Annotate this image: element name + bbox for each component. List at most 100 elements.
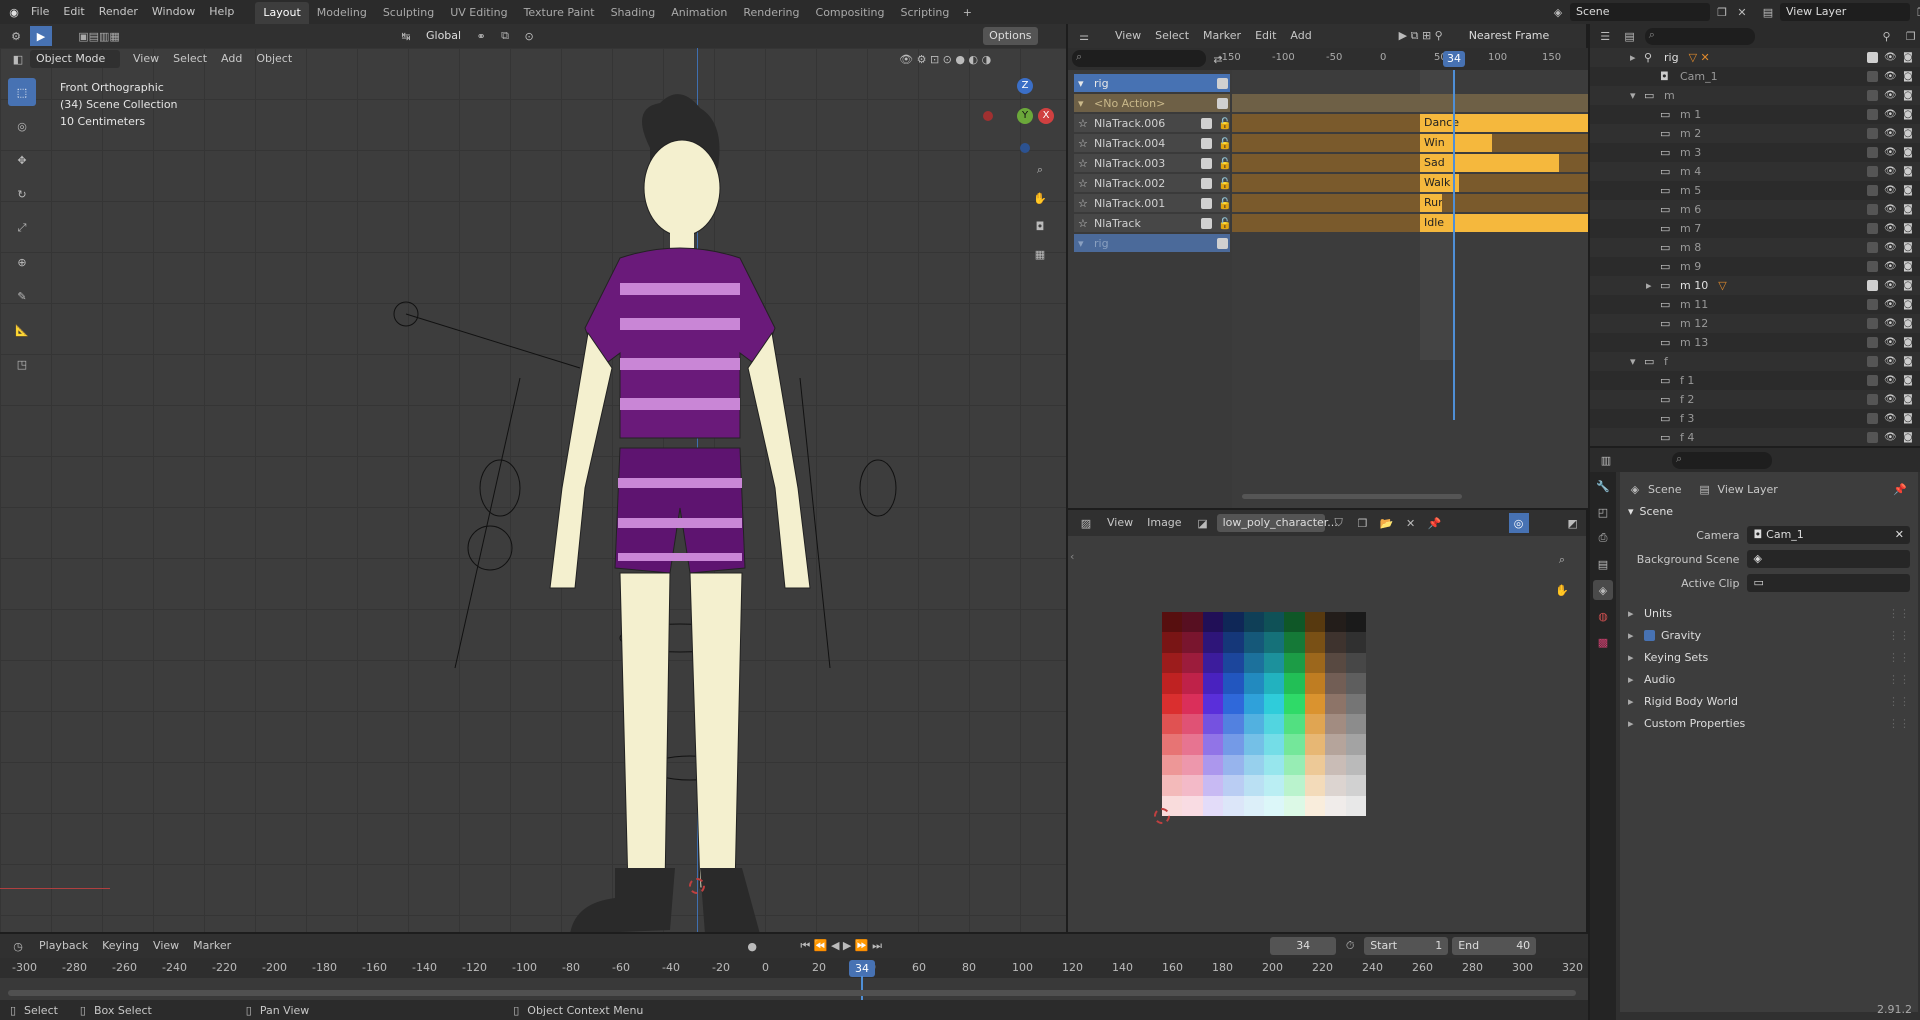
drag-handle-icon[interactable]: ⋮⋮ [1888,629,1910,642]
outliner-item[interactable]: ▭ m 11 👁 ◙ [1590,295,1920,314]
render-tab-icon[interactable]: ◰ [1593,502,1613,522]
render-camera-icon[interactable]: ◙ [1902,166,1914,178]
mute-checkbox[interactable] [1201,217,1212,229]
drag-handle-icon[interactable]: ⋮⋮ [1888,717,1910,730]
exclude-checkbox[interactable] [1867,261,1878,272]
solo-star-icon[interactable]: ☆ [1078,117,1090,130]
new-view-layer-icon[interactable]: ❐ [1914,2,1920,22]
transform-tool-icon[interactable]: ⊕ [8,248,36,276]
visibility-eye-icon[interactable]: 👁 [1884,71,1897,83]
render-camera-icon[interactable]: ◙ [1902,432,1914,444]
visibility-eye-icon[interactable]: 👁 [1884,375,1897,387]
solo-star-icon[interactable]: ☆ [1078,197,1090,210]
select-mode-icon[interactable]: ▶ [30,26,52,46]
render-camera-icon[interactable]: ◙ [1902,52,1914,64]
expand-arrow-icon[interactable]: ▾ [1630,355,1644,368]
color-palette-texture[interactable] [1162,612,1366,816]
outliner-item[interactable]: ▸ ⚲ rig ▽ ✕ 👁 ◙ [1590,48,1920,67]
mute-checkbox[interactable] [1201,197,1212,209]
menu-marker[interactable]: Marker [186,935,238,957]
new-scene-icon[interactable]: ❐ [1714,2,1730,22]
nla-strip[interactable]: Dance [1420,114,1588,132]
clear-camera-icon[interactable]: ✕ [1895,526,1904,544]
visibility-eye-icon[interactable]: 👁 [1884,204,1897,216]
nla-strip[interactable]: Win [1420,134,1492,152]
image-name-field[interactable]: low_poly_character... [1216,514,1338,532]
scene-tab-icon[interactable]: ◈ [1593,580,1613,600]
drag-handle-icon[interactable]: ⋮⋮ [1888,607,1910,620]
rotate-tool-icon[interactable]: ↻ [8,180,36,208]
outliner-item[interactable]: ▭ m 3 👁 ◙ [1590,143,1920,162]
section-keying-sets[interactable]: ▸ Keying Sets ⋮⋮ [1628,646,1910,668]
proportional-edit-icon[interactable]: ⊙ [519,26,539,46]
image-zoom-icon[interactable]: ⌕ [1552,550,1572,570]
gravity-checkbox[interactable] [1644,629,1655,641]
add-workspace-icon[interactable]: + [957,2,977,22]
menu-add[interactable]: Add [214,48,249,70]
visibility-eye-icon[interactable]: 👁 [1884,242,1897,254]
nla-channel-object[interactable]: ▾ rig [1074,74,1230,92]
exclude-checkbox[interactable] [1867,242,1878,253]
visibility-eye-icon[interactable]: 👁 [1884,128,1897,140]
section-rigid-body-world[interactable]: ▸ Rigid Body World ⋮⋮ [1628,690,1910,712]
nla-strip[interactable]: Idle [1420,214,1588,232]
nla-playhead[interactable] [1453,70,1455,420]
visibility-eye-icon[interactable]: 👁 [1884,413,1897,425]
section-gravity[interactable]: ▸ Gravity ⋮⋮ [1628,624,1910,646]
menu-help[interactable]: Help [202,1,241,23]
visibility-eye-icon[interactable]: 👁 [1884,166,1897,178]
annotate-tool-icon[interactable]: ✎ [8,282,36,310]
scene-selector[interactable]: Scene [1570,3,1710,21]
visibility-eye-icon[interactable]: 👁 [1884,261,1897,273]
mute-checkbox[interactable] [1201,137,1212,149]
exclude-checkbox[interactable] [1867,90,1878,101]
camera-field[interactable]: ◘ Cam_1 ✕ [1747,526,1910,544]
visibility-eye-icon[interactable]: 👁 [1884,185,1897,197]
outliner-item[interactable]: ▸ ▭ m 10 ▽ 👁 ◙ [1590,276,1920,295]
output-tab-icon[interactable]: ⎙ [1593,528,1613,548]
open-image-icon[interactable]: 📂 [1377,513,1397,533]
unlink-image-icon[interactable]: ✕ [1401,513,1421,533]
render-camera-icon[interactable]: ◙ [1902,128,1914,140]
visibility-eye-icon[interactable]: 👁 [1884,223,1897,235]
drag-handle-icon[interactable]: ⋮⋮ [1888,673,1910,686]
pan-hand-icon[interactable]: ✋ [1030,188,1050,208]
image-overlay-icon[interactable]: ◎ [1508,513,1529,533]
section-units[interactable]: ▸ Units ⋮⋮ [1628,602,1910,624]
nla-strip[interactable]: Sad [1420,154,1559,172]
nla-channel-object2[interactable]: ▾ rig [1074,234,1230,252]
menu-view[interactable]: View [126,48,166,70]
outliner-item[interactable]: ▭ m 9 👁 ◙ [1590,257,1920,276]
menu-select[interactable]: Select [1148,25,1196,47]
display-mode-icon[interactable]: ▤ [1620,26,1638,46]
render-camera-icon[interactable]: ◙ [1902,356,1914,368]
exclude-checkbox[interactable] [1867,128,1878,139]
nla-filter-icons[interactable]: ▶ ⧉ ⊞ ⚲ [1381,26,1461,46]
fake-user-icon[interactable]: ⛉ [1329,513,1349,533]
visibility-eye-icon[interactable]: 👁 [1884,318,1897,330]
camera-view-icon[interactable]: ◘ [1030,216,1050,236]
expand-icon[interactable]: ▾ [1078,97,1090,110]
exclude-checkbox[interactable] [1867,147,1878,158]
menu-view[interactable]: View [146,935,186,957]
outliner-item[interactable]: ▭ f 2 👁 ◙ [1590,390,1920,409]
lock-icon[interactable]: 🔓 [1218,157,1232,170]
mute-checkbox[interactable] [1217,97,1228,109]
move-tool-icon[interactable]: ✥ [8,146,36,174]
outliner-item[interactable]: ▭ m 7 👁 ◙ [1590,219,1920,238]
start-frame-field[interactable]: Start 1 [1364,937,1449,955]
nla-editor-type-icon[interactable]: ⚌ [1074,26,1094,46]
remove-scene-icon[interactable]: ✕ [1734,2,1750,22]
outliner-item[interactable]: ▭ m 13 👁 ◙ [1590,333,1920,352]
nla-channel-track[interactable]: ☆ NlaTrack.002 🔓 [1074,174,1232,192]
outliner-item[interactable]: ▭ f 3 👁 ◙ [1590,409,1920,428]
tab-animation[interactable]: Animation [663,2,735,24]
solo-star-icon[interactable]: ☆ [1078,157,1090,170]
nla-channel-action[interactable]: ▾ <No Action> [1074,94,1230,112]
tab-rendering[interactable]: Rendering [735,2,807,24]
visibility-eye-icon[interactable]: 👁 [1884,147,1897,159]
pivot-icon[interactable]: ⚭ [471,26,491,46]
view-layer-selector[interactable]: View Layer [1780,3,1910,21]
nla-ruler[interactable]: ⌕ ⇄ -150 -100 -50 0 50 100 150 34 [1068,48,1588,70]
mute-checkbox[interactable] [1217,237,1228,249]
